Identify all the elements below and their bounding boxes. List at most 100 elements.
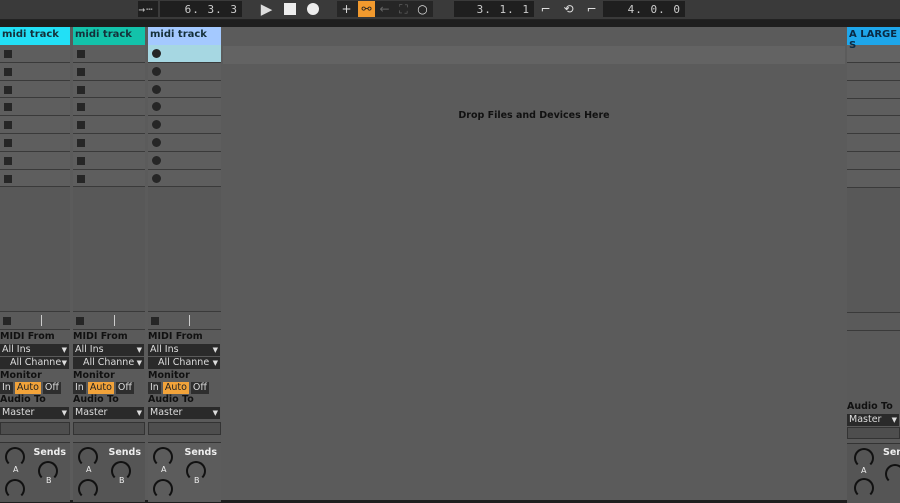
clip-slot[interactable] [148,62,221,81]
record-button-icon[interactable] [152,84,161,94]
clip-stop-icon[interactable] [77,67,85,76]
clip-slot[interactable] [0,45,70,63]
audio-to-dropdown[interactable]: Master [847,413,899,426]
send-a-knob[interactable] [78,447,98,468]
loop-start[interactable]: 3. 1. 1 [454,1,534,17]
loop-switch-icon[interactable]: ⟲ [560,1,577,17]
automation-arm-icon[interactable]: ⚯ [358,1,375,17]
clip-slot[interactable] [148,116,221,134]
send-a-knob[interactable] [153,447,173,468]
clip-stop-icon[interactable] [77,156,85,165]
send-knob[interactable] [5,479,25,500]
audio-to-dropdown[interactable]: Master [73,407,144,420]
audio-to-channel[interactable] [148,422,221,436]
return-track-header[interactable]: A LARGE S [847,27,900,51]
stop-icon[interactable] [281,1,298,17]
audio-to-dropdown[interactable]: Master [148,407,220,420]
midi-channel-dropdown[interactable]: All Channe [0,357,69,370]
clip-stop-icon[interactable] [77,174,85,183]
send-knob[interactable] [78,479,98,500]
punch-in-icon[interactable]: ⌐ [537,1,554,17]
clip-slot[interactable] [73,45,145,63]
monitor-auto-button[interactable]: Auto [14,382,41,395]
clip-stop-icon[interactable] [4,85,12,94]
clip-stop-icon[interactable] [77,103,85,112]
clip-slot[interactable] [73,169,145,188]
send-a-knob[interactable] [5,447,25,468]
track-header[interactable]: midi track [0,27,70,45]
overdub-icon[interactable]: + [338,1,355,17]
clip-slot[interactable] [148,151,221,170]
follow-icon[interactable]: →┄ [138,1,158,17]
monitor-in-button[interactable]: In [73,382,86,395]
monitor-in-button[interactable]: In [0,382,13,395]
audio-to-dropdown[interactable]: Master [0,407,69,420]
play-icon[interactable]: ▶ [258,0,275,18]
clip-slot[interactable] [73,98,145,117]
clip-stop-icon[interactable] [4,121,12,130]
midi-channel-dropdown[interactable]: All Channe [148,357,220,370]
clip-slot[interactable] [0,133,70,152]
record-button-icon[interactable] [152,102,161,112]
clip-stop-icon[interactable] [77,85,85,94]
arrangement-position[interactable]: 6. 3. 3 [160,1,242,17]
send-b-knob[interactable] [885,463,900,484]
monitor-in-button[interactable]: In [148,382,161,395]
clip-slot[interactable] [148,45,221,63]
record-button-icon[interactable] [152,66,161,76]
clip-stop-icon[interactable] [4,174,12,183]
midi-from-dropdown[interactable]: All Ins [73,344,144,357]
clip-slot[interactable] [0,98,70,117]
midi-channel-dropdown[interactable]: All Channe [73,357,144,370]
stop-clips-icon[interactable] [76,317,84,326]
clip-slot[interactable] [0,169,70,188]
monitor-off-button[interactable]: Off [115,382,134,395]
clip-stop-icon[interactable] [77,138,85,147]
midi-from-dropdown[interactable]: All Ins [148,344,220,357]
clip-stop-icon[interactable] [4,138,12,147]
drop-hint[interactable]: Drop Files and Devices Here [223,110,845,121]
monitor-off-button[interactable]: Off [190,382,209,395]
stop-clips-icon[interactable] [3,317,11,326]
clip-stop-icon[interactable] [4,67,12,76]
clip-slot[interactable] [148,133,221,152]
send-knob[interactable] [854,477,874,498]
clip-slot[interactable] [73,133,145,152]
clip-slot[interactable] [0,151,70,170]
audio-to-channel[interactable] [73,422,145,436]
track-header[interactable]: midi track [73,27,145,45]
clip-slot[interactable] [73,151,145,170]
clip-slot[interactable] [0,80,70,99]
send-a-knob[interactable] [854,447,874,468]
clip-slot[interactable] [73,116,145,134]
clip-stop-icon[interactable] [77,50,85,58]
monitor-auto-button[interactable]: Auto [87,382,114,395]
punch-out-icon[interactable]: ⌐ [583,1,600,17]
record-button-icon[interactable] [152,155,161,165]
record-icon[interactable] [304,1,321,17]
capture-icon[interactable]: ⛶ [395,1,412,17]
clip-slot[interactable] [148,169,221,188]
clip-stop-icon[interactable] [4,103,12,112]
clip-slot[interactable] [148,80,221,99]
clip-slot[interactable] [0,116,70,134]
midi-from-dropdown[interactable]: All Ins [0,344,69,357]
record-button-icon[interactable] [152,49,161,58]
clip-slot[interactable] [148,98,221,117]
track-header[interactable]: midi track [148,27,221,45]
monitor-off-button[interactable]: Off [42,382,61,395]
session-record-icon[interactable]: ○ [414,1,431,17]
back-to-arrangement-icon[interactable]: ← [376,1,393,17]
clip-slot[interactable] [73,80,145,99]
record-button-icon[interactable] [152,120,161,130]
loop-length[interactable]: 4. 0. 0 [603,1,685,17]
stop-clips-icon[interactable] [151,317,159,326]
clip-slot[interactable] [0,62,70,81]
clip-stop-icon[interactable] [4,156,12,165]
send-knob[interactable] [153,479,173,500]
clip-stop-icon[interactable] [4,50,12,58]
audio-to-channel[interactable] [0,422,70,436]
record-button-icon[interactable] [152,137,161,147]
monitor-auto-button[interactable]: Auto [162,382,189,395]
record-button-icon[interactable] [152,173,161,183]
